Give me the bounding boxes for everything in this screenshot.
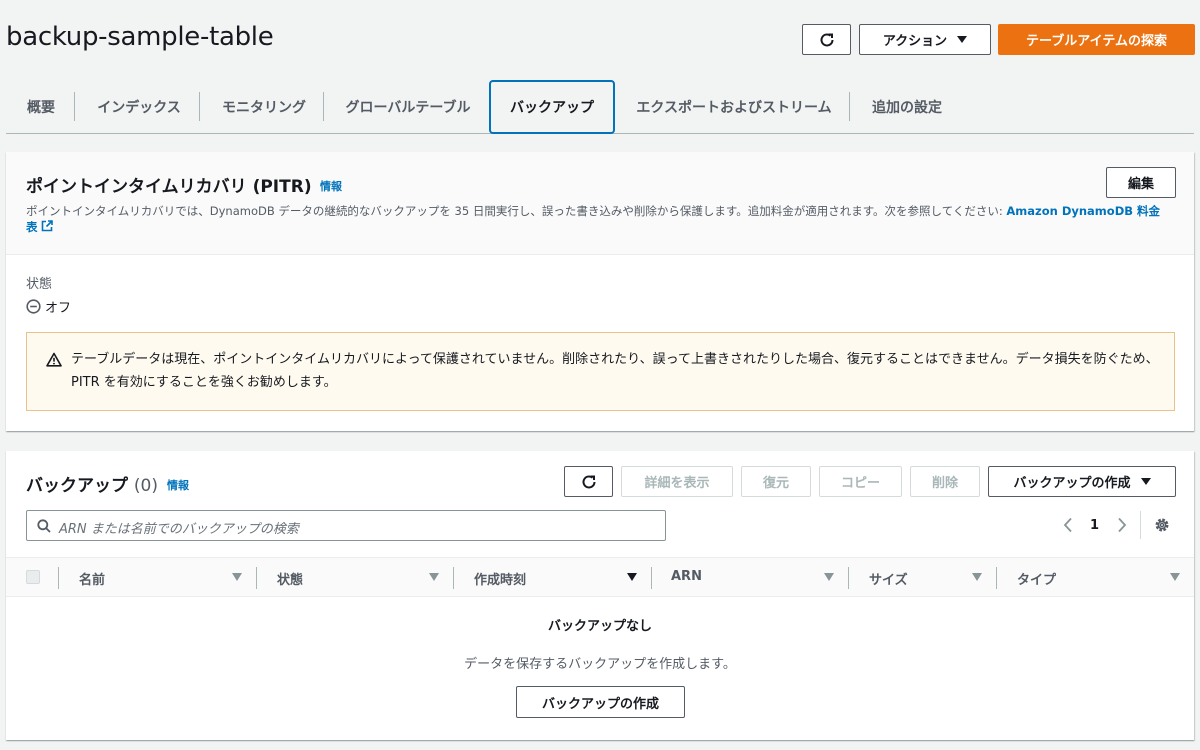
backups-count: (0) [133,476,159,496]
actions-dropdown[interactable]: アクション [859,24,991,55]
status-off-icon [26,299,41,314]
sort-icon[interactable] [429,573,439,581]
sort-icon[interactable] [232,573,242,581]
backups-title-text: バックアップ [26,476,128,496]
tab-exports-streams[interactable]: エクスポートおよびストリーム [618,80,850,134]
search-placeholder: ARN または名前でのバックアップの検索 [59,522,299,537]
backups-title: バックアップ (0) [26,471,158,496]
tab-backups[interactable]: バックアップ [489,80,615,134]
column-divider [651,567,652,589]
page-number[interactable]: 1 [1090,518,1099,533]
tab-bar: 概要 インデックス モニタリング グローバルテーブル バックアップ エクスポート… [6,80,1194,134]
view-details-button[interactable]: 詳細を表示 [621,466,733,497]
pitr-edit-button[interactable]: 編集 [1106,167,1176,198]
tab-divider [323,92,324,121]
pitr-status: オフ [26,297,71,316]
page-title: backup-sample-table [6,22,274,52]
column-divider [453,567,454,589]
backups-info-link[interactable]: 情報 [167,477,189,493]
copy-button[interactable]: コピー [819,466,902,497]
pitr-description: ポイントインタイムリカバリでは、DynamoDB データの継続的なバックアップを… [26,203,1176,235]
pitr-description-text: ポイントインタイムリカバリでは、DynamoDB データの継続的なバックアップを… [26,204,1007,218]
backups-table-header: 名前 状態 作成時刻 ARN サイズ タイプ [6,557,1194,597]
column-header-type[interactable]: タイプ [1017,569,1056,588]
refresh-icon [582,474,595,488]
pricing-link-cont[interactable]: 表 [26,220,38,234]
caret-down-icon [1140,478,1151,485]
pagination-divider [1140,511,1141,539]
tab-divider [74,92,75,121]
column-header-name[interactable]: 名前 [79,569,105,588]
column-divider [996,567,997,589]
empty-create-backup-button[interactable]: バックアップの作成 [516,686,685,718]
chevron-right-icon[interactable] [1116,517,1128,533]
pitr-title: ポイントインタイムリカバリ (PITR) [26,177,312,197]
empty-state-title: バックアップなし [547,619,652,634]
tab-overview[interactable]: 概要 [12,80,70,134]
refresh-button[interactable] [802,24,851,55]
create-backup-dropdown[interactable]: バックアップの作成 [988,466,1176,497]
tab-monitoring[interactable]: モニタリング [204,80,324,134]
restore-button[interactable]: 復元 [741,466,811,497]
actions-label: アクション [882,34,948,49]
pricing-link[interactable]: Amazon DynamoDB 料金 [1006,204,1160,218]
column-divider [58,567,59,589]
tab-divider [199,92,200,121]
sort-icon[interactable] [824,573,834,581]
external-link-icon[interactable] [41,220,53,232]
gear-icon[interactable] [1153,516,1171,534]
backup-search-input[interactable]: ARN または名前でのバックアップの検索 [26,510,666,541]
create-backup-label: バックアップの作成 [1013,476,1131,491]
column-header-status[interactable]: 状態 [277,569,303,588]
caret-down-icon [957,36,968,43]
empty-state-description: データを保存するバックアップを作成します。 [464,657,736,672]
backups-refresh-button[interactable] [564,466,613,497]
sort-desc-icon[interactable] [627,573,637,581]
sort-icon[interactable] [1170,573,1180,581]
refresh-icon [820,32,833,46]
column-divider [256,567,257,589]
warning-icon [46,352,62,367]
select-all-checkbox[interactable] [26,570,40,584]
column-header-size[interactable]: サイズ [869,569,908,588]
pitr-info-link[interactable]: 情報 [320,178,342,194]
tab-global-tables[interactable]: グローバルテーブル [328,80,488,134]
column-header-created[interactable]: 作成時刻 [474,569,526,588]
column-header-arn[interactable]: ARN [671,569,702,584]
pitr-warning-alert: テーブルデータは現在、ポイントインタイムリカバリによって保護されていません。削除… [26,332,1175,411]
tab-additional-settings[interactable]: 追加の設定 [854,80,960,134]
delete-button[interactable]: 削除 [910,466,980,497]
search-icon [37,519,51,533]
backups-panel: バックアップ (0) 情報 詳細を表示 復元 コピー 削除 バックアップの作成 … [6,451,1194,740]
pitr-warning-text: テーブルデータは現在、ポイントインタイムリカバリによって保護されていません。削除… [71,352,1159,390]
tab-divider [849,92,850,121]
pitr-status-label: 状態 [26,277,53,292]
pitr-header: ポイントインタイムリカバリ (PITR) 情報 編集 ポイントインタイムリカバリ… [6,152,1194,255]
tab-indexes[interactable]: インデックス [80,80,198,134]
pitr-panel: ポイントインタイムリカバリ (PITR) 情報 編集 ポイントインタイムリカバリ… [6,152,1194,431]
explore-items-button[interactable]: テーブルアイテムの探索 [998,24,1195,55]
chevron-left-icon[interactable] [1062,517,1074,533]
pitr-status-value: オフ [45,301,72,316]
column-divider [848,567,849,589]
sort-icon[interactable] [972,573,982,581]
